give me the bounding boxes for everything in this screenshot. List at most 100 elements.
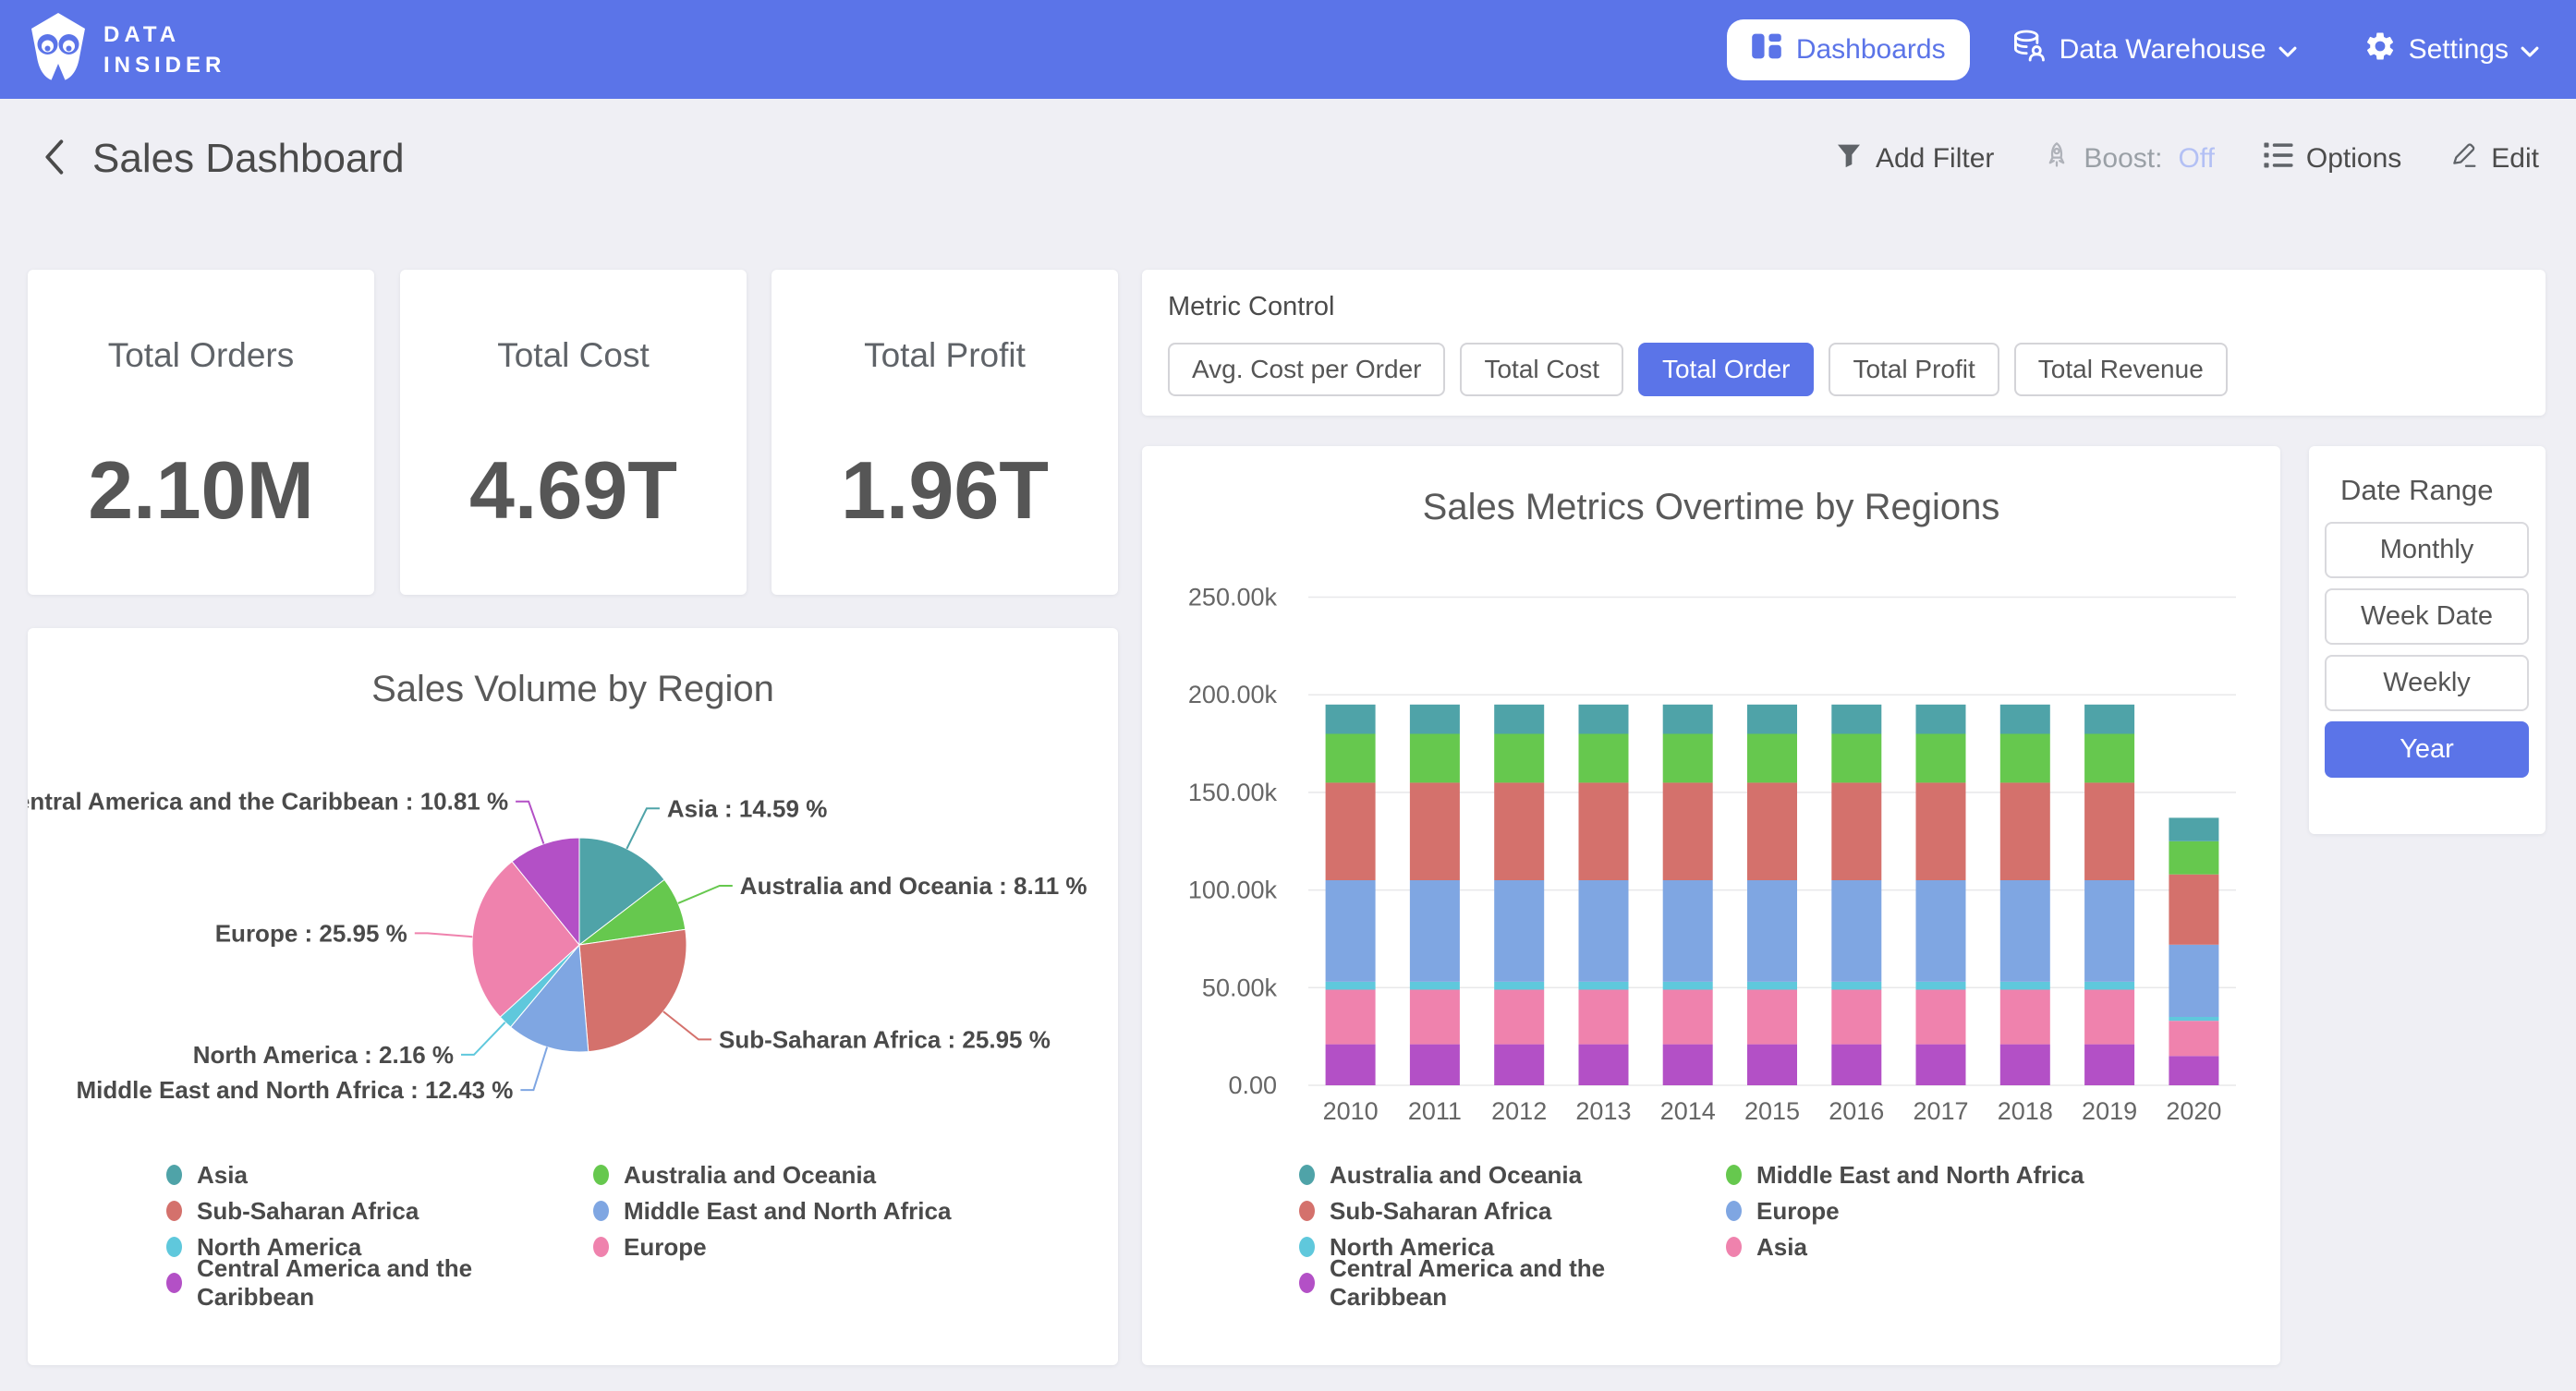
bar-segment[interactable]	[1663, 982, 1713, 990]
edit-button[interactable]: Edit	[2449, 140, 2539, 177]
date-range-option-week-date[interactable]: Week Date	[2325, 588, 2529, 645]
bar-segment[interactable]	[2169, 1056, 2218, 1085]
bar-segment[interactable]	[2169, 945, 2218, 1017]
bar-segment[interactable]	[1663, 880, 1713, 982]
bar-segment[interactable]	[1747, 982, 1797, 990]
legend-item[interactable]: Australia and Oceania	[593, 1162, 1020, 1188]
add-filter-button[interactable]: Add Filter	[1834, 140, 1994, 177]
bar-segment[interactable]	[1326, 880, 1376, 982]
bar-segment[interactable]	[2000, 982, 2050, 990]
bar-segment[interactable]	[1579, 1045, 1629, 1085]
bar-segment[interactable]	[2000, 880, 2050, 982]
bar-segment[interactable]	[1326, 734, 1376, 783]
bar-segment[interactable]	[2000, 989, 2050, 1044]
bar-segment[interactable]	[1831, 989, 1881, 1044]
legend-item[interactable]: Europe	[1726, 1198, 2153, 1224]
bar-segment[interactable]	[2000, 782, 2050, 880]
bar-segment[interactable]	[1916, 1045, 1966, 1085]
bar-segment[interactable]	[2169, 1017, 2218, 1021]
bar-segment[interactable]	[2000, 734, 2050, 783]
options-button[interactable]: Options	[2263, 141, 2401, 176]
bar-segment[interactable]	[1663, 1045, 1713, 1085]
bar-segment[interactable]	[1831, 880, 1881, 982]
bar-segment[interactable]	[1579, 782, 1629, 880]
bar-segment[interactable]	[1831, 982, 1881, 990]
bar-segment[interactable]	[1410, 1045, 1460, 1085]
bar-segment[interactable]	[1326, 989, 1376, 1044]
bar-segment[interactable]	[1410, 989, 1460, 1044]
bar-segment[interactable]	[1916, 734, 1966, 783]
legend-item[interactable]: Middle East and North Africa	[1726, 1162, 2153, 1188]
bar-segment[interactable]	[1663, 705, 1713, 734]
legend-item[interactable]: Middle East and North Africa	[593, 1198, 1020, 1224]
bar-segment[interactable]	[1494, 880, 1544, 982]
legend-item[interactable]: Sub-Saharan Africa	[1299, 1198, 1726, 1224]
bar-segment[interactable]	[1494, 705, 1544, 734]
legend-item[interactable]: Asia	[166, 1162, 593, 1188]
bar-segment[interactable]	[1410, 705, 1460, 734]
bar-segment[interactable]	[1831, 705, 1881, 734]
back-chevron-icon[interactable]	[41, 139, 67, 180]
bar-segment[interactable]	[2084, 989, 2134, 1044]
bar-segment[interactable]	[1579, 880, 1629, 982]
bar-segment[interactable]	[2084, 734, 2134, 783]
bar-segment[interactable]	[1579, 982, 1629, 990]
bar-segment[interactable]	[1326, 705, 1376, 734]
nav-item-data-warehouse[interactable]: Data Warehouse	[2011, 28, 2297, 72]
legend-item[interactable]: Asia	[1726, 1234, 2153, 1260]
bar-segment[interactable]	[1747, 880, 1797, 982]
nav-item-dashboards[interactable]: Dashboards	[1727, 19, 1970, 80]
bar-segment[interactable]	[1410, 880, 1460, 982]
bar-segment[interactable]	[1494, 734, 1544, 783]
bar-segment[interactable]	[1410, 982, 1460, 990]
pie-slice[interactable]	[579, 929, 687, 1051]
bar-segment[interactable]	[1579, 734, 1629, 783]
bar-segment[interactable]	[1747, 1045, 1797, 1085]
metric-option-avg-cost-per-order[interactable]: Avg. Cost per Order	[1168, 343, 1445, 396]
bar-segment[interactable]	[1831, 782, 1881, 880]
bar-segment[interactable]	[2169, 875, 2218, 945]
legend-item[interactable]: Sub-Saharan Africa	[166, 1198, 593, 1224]
bar-segment[interactable]	[1916, 705, 1966, 734]
bar-segment[interactable]	[1326, 1045, 1376, 1085]
bar-segment[interactable]	[1494, 989, 1544, 1044]
bar-segment[interactable]	[2084, 705, 2134, 734]
legend-item[interactable]: Australia and Oceania	[1299, 1162, 1726, 1188]
bar-segment[interactable]	[1747, 782, 1797, 880]
date-range-option-monthly[interactable]: Monthly	[2325, 522, 2529, 578]
date-range-option-weekly[interactable]: Weekly	[2325, 655, 2529, 711]
legend-item[interactable]: Central America and the Caribbean	[166, 1270, 593, 1296]
bar-segment[interactable]	[1410, 782, 1460, 880]
bar-segment[interactable]	[1579, 705, 1629, 734]
bar-segment[interactable]	[1663, 734, 1713, 783]
legend-item[interactable]: Central America and the Caribbean	[1299, 1270, 1726, 1296]
bar-segment[interactable]	[2084, 782, 2134, 880]
bar-segment[interactable]	[1326, 982, 1376, 990]
bar-segment[interactable]	[1916, 782, 1966, 880]
date-range-option-year[interactable]: Year	[2325, 721, 2529, 778]
bar-segment[interactable]	[1747, 734, 1797, 783]
bar-segment[interactable]	[1579, 989, 1629, 1044]
metric-option-total-profit[interactable]: Total Profit	[1829, 343, 1999, 396]
bar-segment[interactable]	[1494, 782, 1544, 880]
bar-segment[interactable]	[1747, 989, 1797, 1044]
bar-segment[interactable]	[1494, 982, 1544, 990]
metric-option-total-revenue[interactable]: Total Revenue	[2014, 343, 2228, 396]
bar-segment[interactable]	[1326, 782, 1376, 880]
bar-segment[interactable]	[2000, 1045, 2050, 1085]
brand-logo[interactable]: DATA INSIDER	[28, 11, 225, 88]
bar-segment[interactable]	[2084, 1045, 2134, 1085]
bar-segment[interactable]	[1747, 705, 1797, 734]
bar-segment[interactable]	[1916, 880, 1966, 982]
bar-segment[interactable]	[2169, 1021, 2218, 1056]
bar-segment[interactable]	[2084, 880, 2134, 982]
bar-segment[interactable]	[2169, 841, 2218, 875]
bar-segment[interactable]	[1663, 989, 1713, 1044]
bar-segment[interactable]	[1831, 1045, 1881, 1085]
bar-segment[interactable]	[1916, 982, 1966, 990]
bar-segment[interactable]	[1410, 734, 1460, 783]
legend-item[interactable]: Europe	[593, 1234, 1020, 1260]
bar-segment[interactable]	[1831, 734, 1881, 783]
bar-segment[interactable]	[2084, 982, 2134, 990]
nav-item-settings[interactable]: Settings	[2363, 30, 2539, 70]
